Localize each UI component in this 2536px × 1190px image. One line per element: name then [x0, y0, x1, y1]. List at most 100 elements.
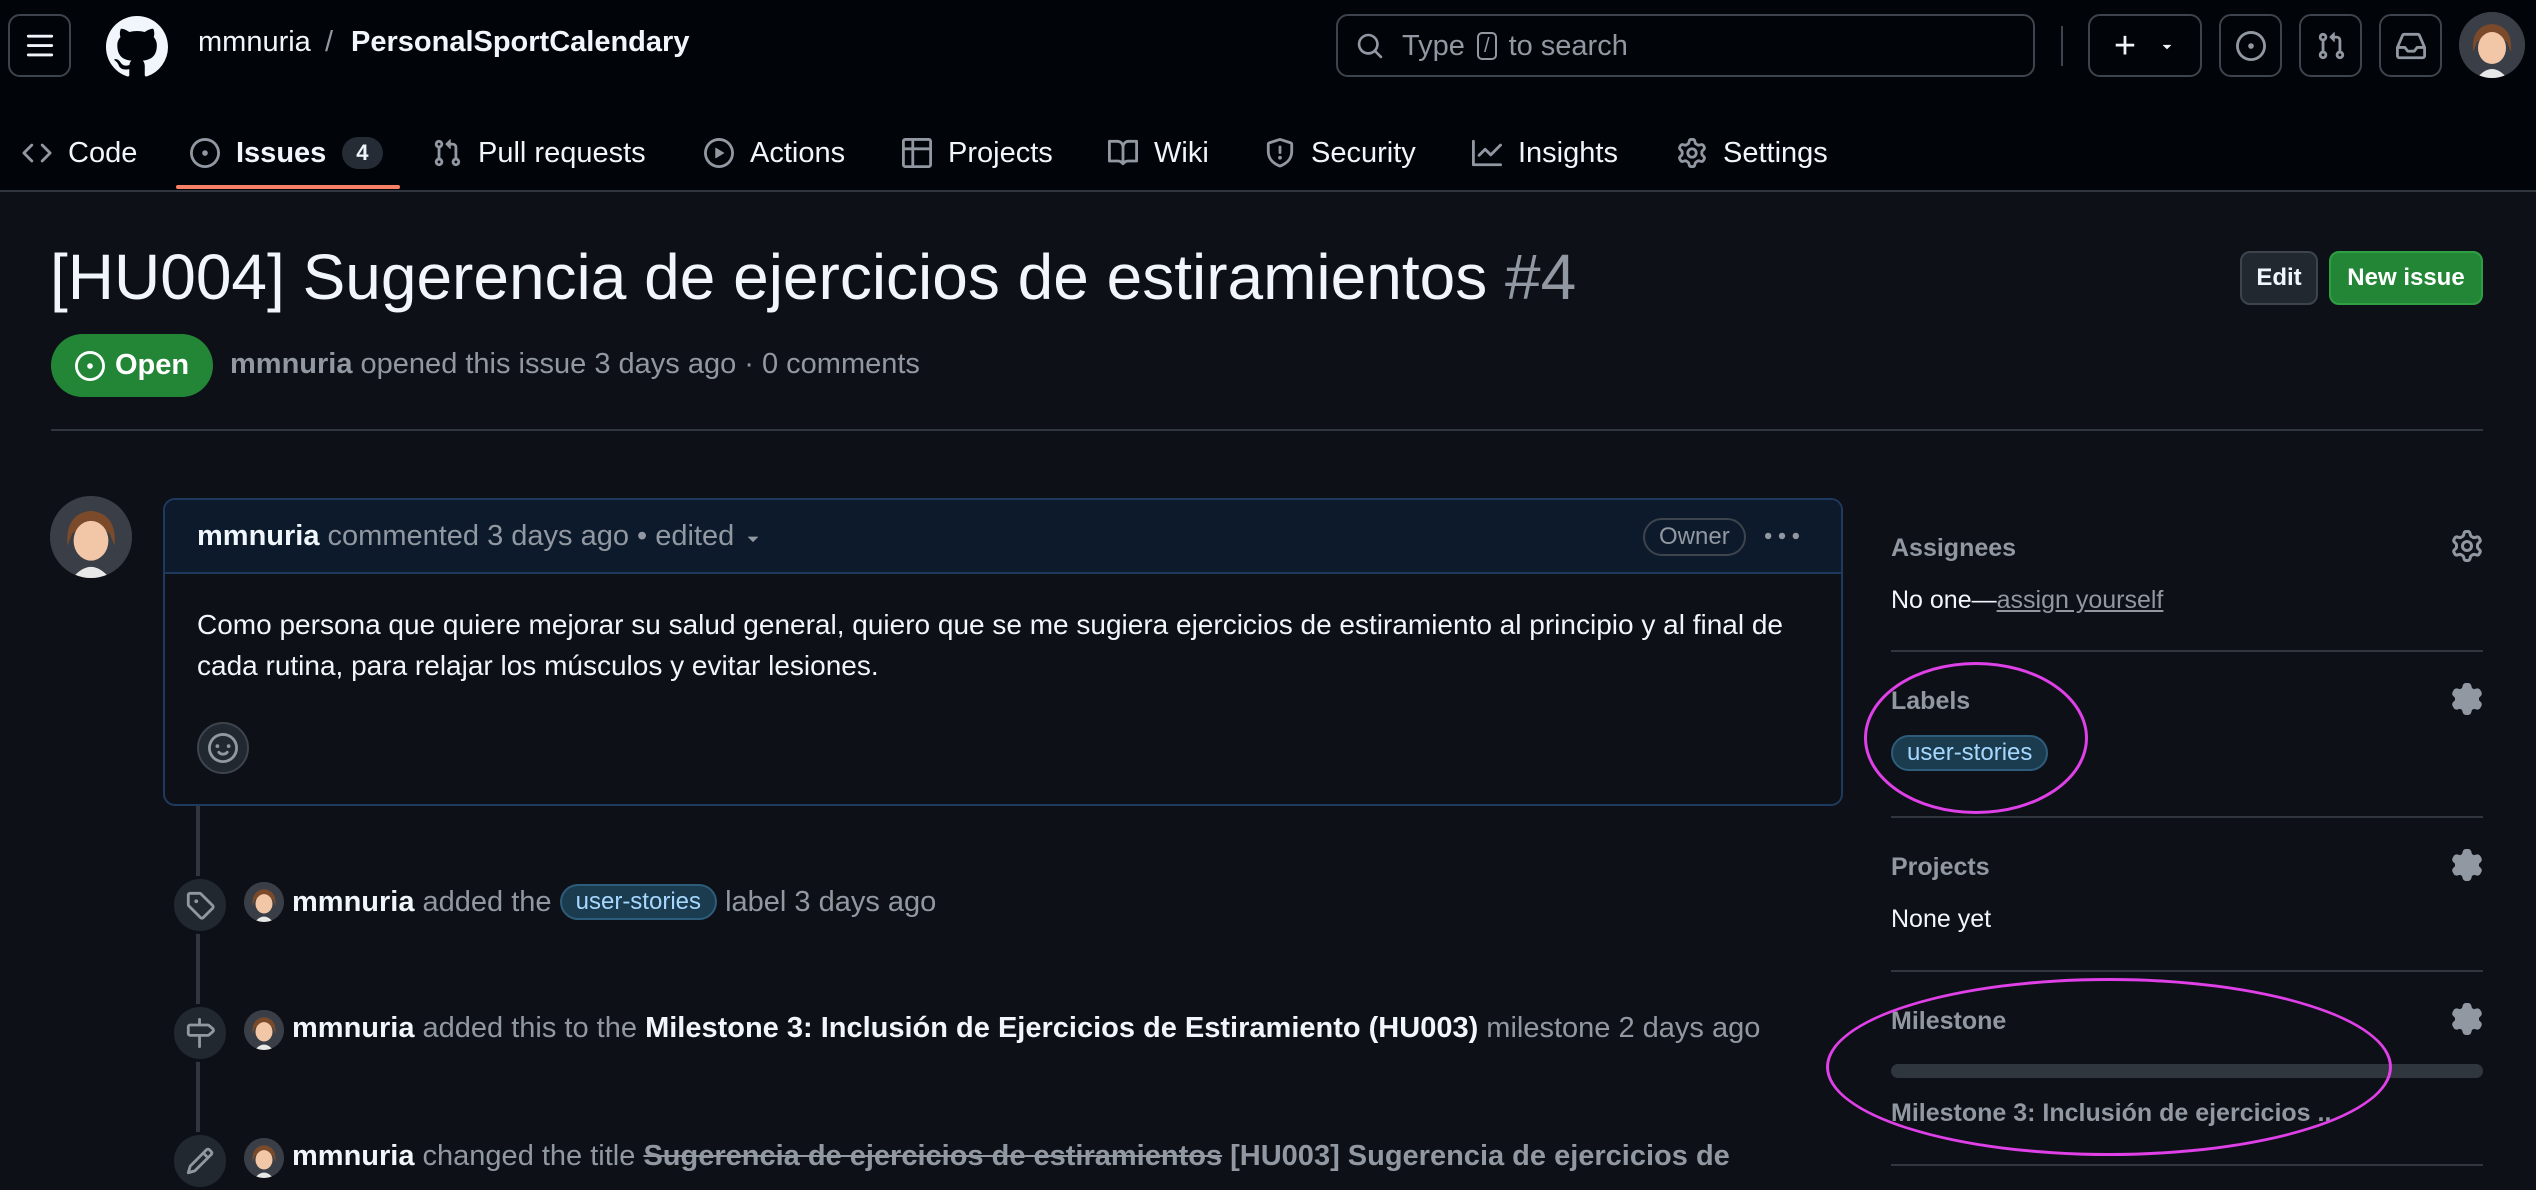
timeline-event-rename: mmnuria changed the title Sugerencia de …: [292, 1140, 1730, 1173]
pencil-icon: [186, 1147, 214, 1175]
user-avatar[interactable]: [2459, 12, 2525, 78]
issue-number: #4: [1504, 241, 1577, 313]
smiley-icon: [208, 733, 238, 763]
issues-button[interactable]: [2219, 14, 2282, 77]
tab-actions[interactable]: Actions: [704, 116, 845, 190]
tab-issues[interactable]: Issues 4: [190, 116, 383, 190]
timeline-badge: [171, 1004, 229, 1062]
header-divider: [2061, 26, 2063, 66]
sidebar-heading: Projects: [1891, 853, 1990, 881]
tab-pull-requests[interactable]: Pull requests: [432, 116, 646, 190]
comment-meta-text[interactable]: commented 3 days ago • edited: [328, 520, 735, 552]
book-icon: [1108, 139, 1138, 166]
code-icon: [22, 143, 52, 163]
caret-down-icon[interactable]: [742, 527, 764, 549]
old-title: Sugerencia de ejercicios de estiramiento…: [643, 1140, 1223, 1172]
issues-count-badge: 4: [342, 137, 383, 169]
event-actor-avatar[interactable]: [244, 1138, 284, 1178]
event-actor-avatar[interactable]: [244, 1010, 284, 1050]
add-reaction-button[interactable]: [197, 722, 249, 774]
shield-icon: [1266, 138, 1294, 168]
chevron-down-icon: [2162, 44, 2172, 49]
assign-yourself-link[interactable]: assign yourself: [1997, 586, 2164, 614]
inbox-button[interactable]: [2379, 14, 2442, 77]
table-icon: [902, 138, 932, 168]
issue-meta-text: opened this issue 3 days ago · 0 comment…: [360, 348, 920, 380]
tab-projects[interactable]: Projects: [902, 116, 1053, 190]
gear-icon[interactable]: [2451, 530, 2483, 562]
milestone-icon: [186, 1018, 215, 1048]
status-label: Open: [114, 349, 190, 381]
tab-code[interactable]: Code: [22, 116, 137, 190]
sidebar-divider: [1891, 650, 2483, 652]
event-text: added this to the: [422, 1012, 637, 1044]
issue-title-text: [HU004] Sugerencia de ejercicios de esti…: [50, 241, 1488, 313]
assignees-value: No one—assign yourself: [1891, 586, 2164, 614]
issue-comment: mmnuria commented 3 days ago • edited Ow…: [163, 498, 1843, 806]
projects-value: None yet: [1891, 905, 1992, 933]
tab-label: Insights: [1518, 136, 1618, 169]
avatar-face-icon: [244, 882, 284, 922]
menu-button[interactable]: [8, 14, 71, 77]
gear-icon: [1678, 138, 1706, 168]
repo-name-link[interactable]: PersonalSportCalendary: [351, 26, 689, 59]
new-issue-button[interactable]: New issue: [2329, 251, 2483, 305]
event-actor-avatar[interactable]: [244, 882, 284, 922]
repo-owner-link[interactable]: mmnuria: [198, 26, 311, 59]
gear-icon[interactable]: [2451, 849, 2483, 881]
create-new-button[interactable]: +: [2088, 14, 2202, 77]
tab-wiki[interactable]: Wiki: [1108, 116, 1209, 190]
milestone-link[interactable]: Milestone 3: Inclusión de Ejercicios de …: [645, 1012, 1478, 1044]
plus-icon: +: [2113, 24, 2137, 67]
inbox-icon: [2395, 32, 2426, 59]
search-input[interactable]: Type / to search: [1336, 14, 2035, 77]
tab-insights[interactable]: Insights: [1472, 116, 1618, 190]
event-actor-link[interactable]: mmnuria: [292, 886, 414, 918]
gear-icon[interactable]: [2451, 1003, 2483, 1035]
tab-settings[interactable]: Settings: [1677, 116, 1828, 190]
tab-label: Code: [68, 136, 138, 169]
milestone-link[interactable]: Milestone 3: Inclusión de ejercicios ..: [1891, 1099, 2331, 1128]
issue-title: [HU004] Sugerencia de ejercicios de esti…: [50, 240, 1576, 314]
tab-label: Projects: [948, 136, 1053, 169]
search-placeholder: Type / to search: [1402, 30, 1628, 62]
event-text: added the: [422, 886, 552, 918]
comment-options-button[interactable]: [1765, 520, 1799, 554]
avatar-face-icon: [244, 1010, 284, 1050]
label-user-stories[interactable]: user-stories: [559, 884, 717, 920]
event-actor-link[interactable]: mmnuria: [292, 1012, 414, 1044]
event-time: milestone 2 days ago: [1486, 1012, 1761, 1044]
gear-icon[interactable]: [2451, 683, 2483, 715]
tab-security[interactable]: Security: [1265, 116, 1416, 190]
timeline-badge: [171, 1132, 229, 1190]
comment-meta: mmnuria commented 3 days ago • edited: [197, 520, 764, 553]
issue-meta: mmnuria opened this issue 3 days ago · 0…: [230, 348, 920, 381]
pull-request-icon: [434, 139, 461, 167]
sidebar-divider: [1891, 1164, 2483, 1166]
title-divider: [51, 429, 2483, 431]
tag-icon: [186, 891, 215, 920]
issue-author-link[interactable]: mmnuria: [230, 348, 352, 380]
kebab-horizontal-icon: [1765, 532, 1799, 540]
avatar-face-icon: [50, 496, 132, 578]
github-logo-icon[interactable]: [106, 16, 168, 78]
comment-author-link[interactable]: mmnuria: [197, 520, 319, 552]
repo-separator: /: [325, 26, 334, 58]
issue-opened-icon: [190, 138, 220, 168]
slash-key-hint: /: [1476, 32, 1497, 60]
edit-button[interactable]: Edit: [2240, 251, 2318, 305]
sidebar-heading: Labels: [1891, 687, 1971, 715]
comment-author-avatar[interactable]: [50, 496, 132, 578]
tab-label: Settings: [1723, 136, 1828, 169]
tab-label: Actions: [750, 136, 846, 169]
tab-label: Issues: [236, 136, 327, 169]
event-time: label 3 days ago: [725, 886, 937, 918]
avatar-face-icon: [2459, 12, 2525, 78]
label-user-stories[interactable]: user-stories: [1891, 735, 2049, 771]
pull-requests-button[interactable]: [2299, 14, 2362, 77]
labels-value: user-stories: [1891, 735, 2049, 771]
search-icon: [1357, 33, 1383, 59]
active-tab-underline: [176, 185, 400, 189]
event-actor-link[interactable]: mmnuria: [292, 1140, 414, 1172]
event-text: changed the title: [422, 1140, 636, 1172]
